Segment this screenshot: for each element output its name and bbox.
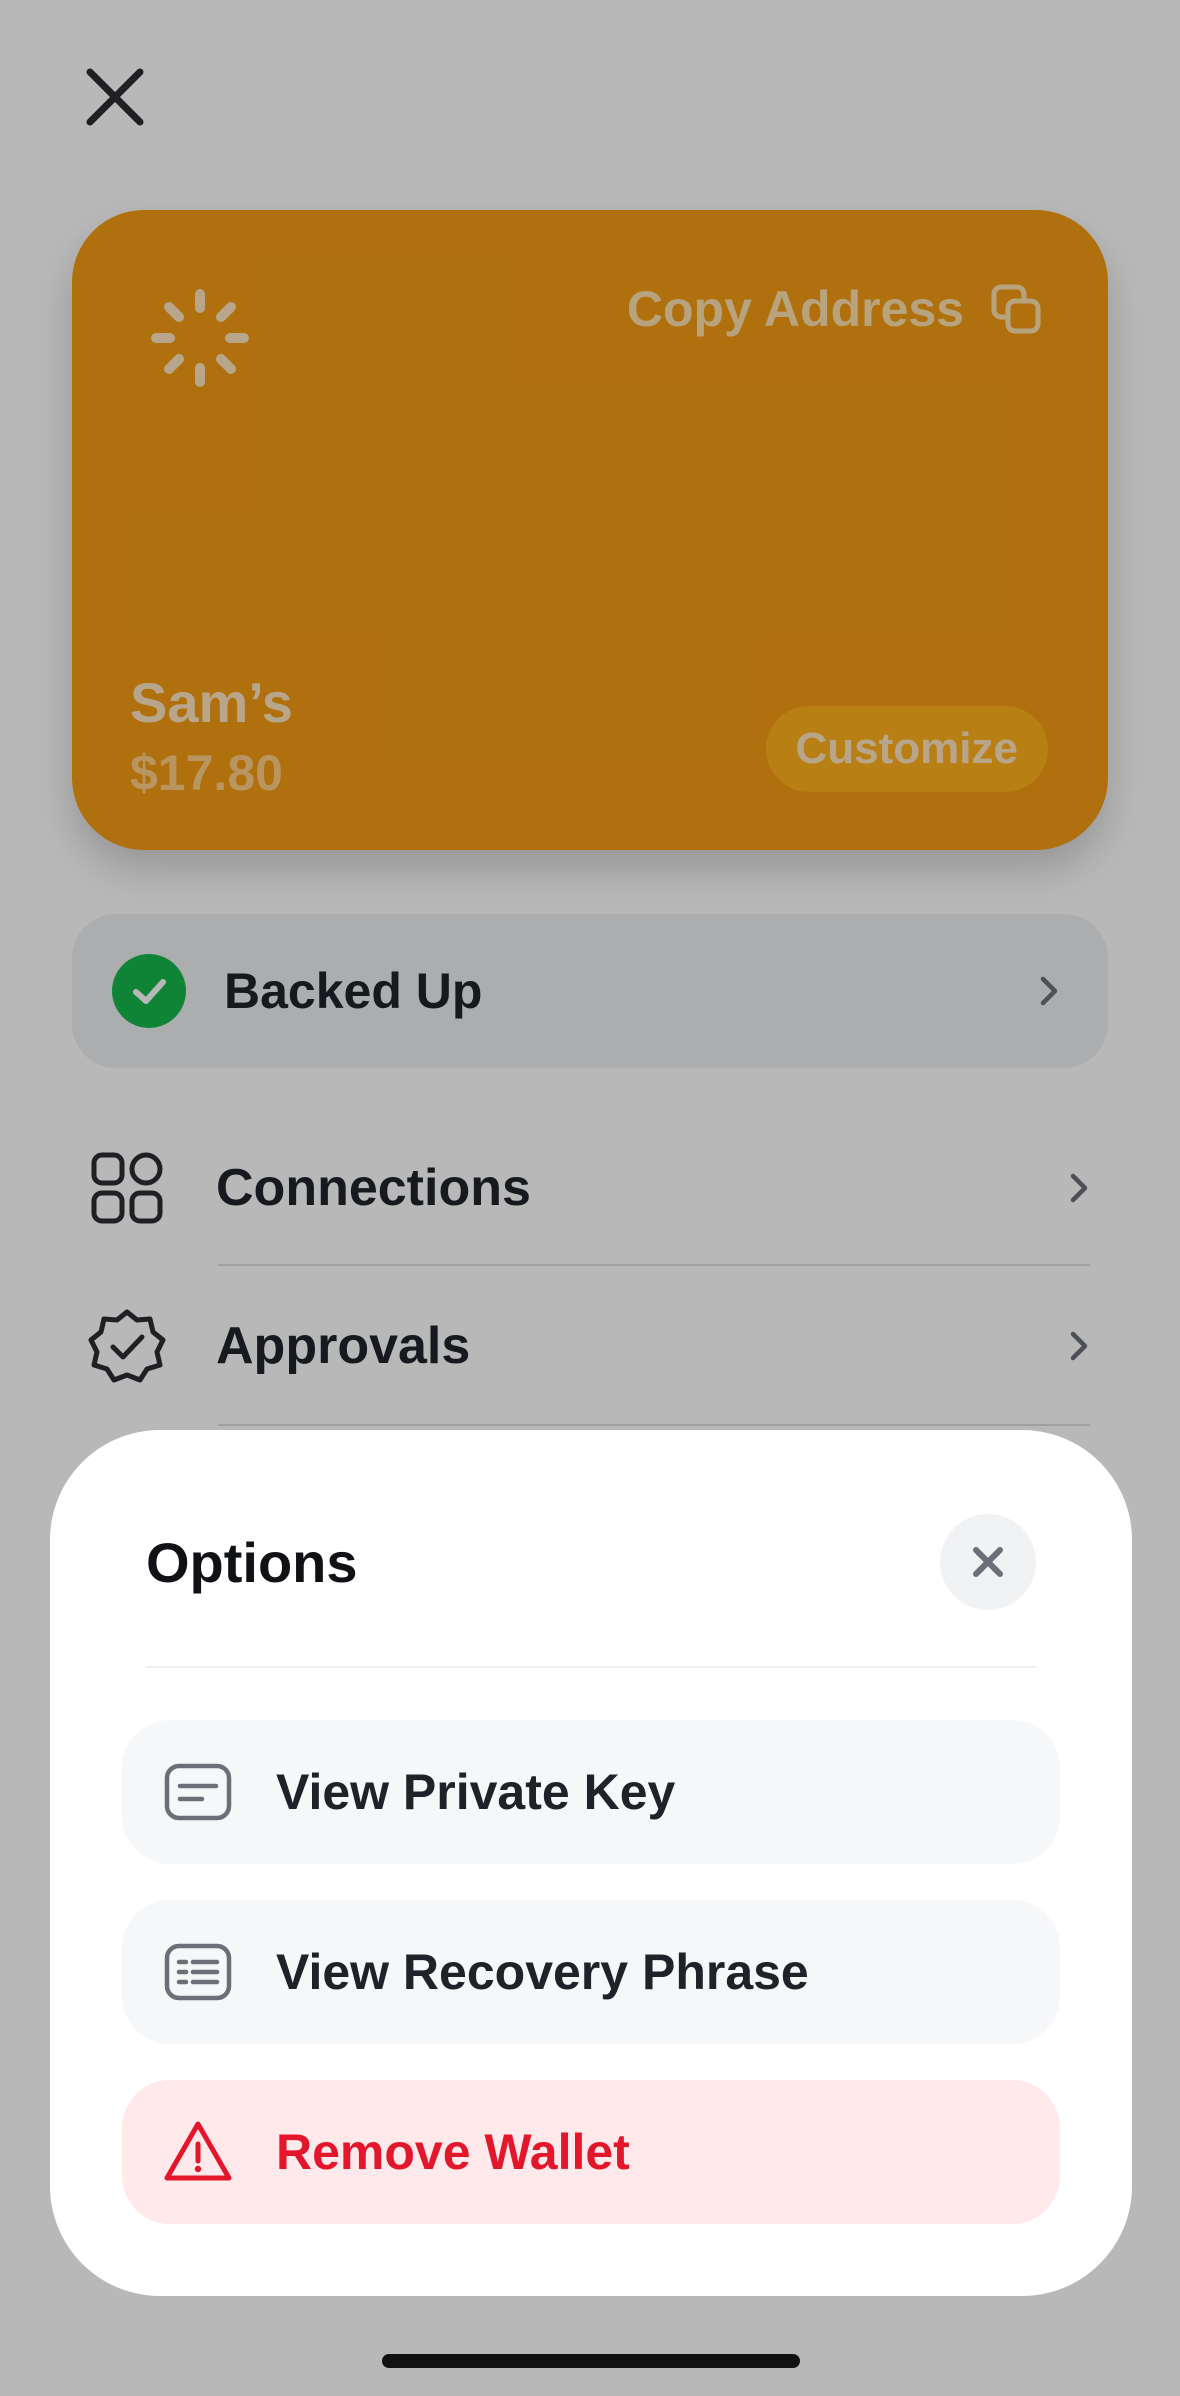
warning-icon	[164, 2121, 232, 2181]
remove-wallet-button[interactable]: Remove Wallet	[122, 2080, 1060, 2224]
option-label: Remove Wallet	[276, 2124, 630, 2180]
home-indicator[interactable]	[382, 2354, 800, 2368]
sheet-close-button[interactable]	[940, 1514, 1036, 1610]
options-sheet: Options View Private Key View Recovery P…	[50, 1430, 1132, 2296]
option-label: View Recovery Phrase	[276, 1944, 809, 2000]
sheet-divider	[146, 1666, 1036, 1668]
sheet-title: Options	[146, 1531, 358, 1594]
close-icon	[973, 1547, 1003, 1577]
option-label: View Private Key	[276, 1764, 676, 1820]
key-card-icon	[164, 1763, 232, 1821]
view-private-key-button[interactable]: View Private Key	[122, 1720, 1060, 1864]
list-card-icon	[164, 1943, 232, 2001]
view-recovery-phrase-button[interactable]: View Recovery Phrase	[122, 1900, 1060, 2044]
